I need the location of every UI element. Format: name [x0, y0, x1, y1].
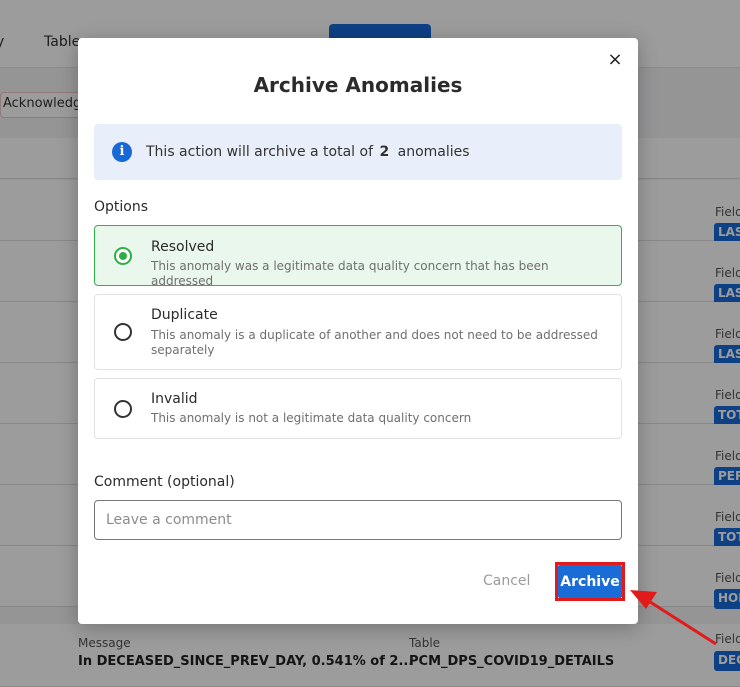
info-text-before: This action will archive a total of [146, 144, 373, 160]
close-icon[interactable]: × [605, 50, 625, 70]
option-description: This anomaly was a legitimate data quali… [151, 259, 549, 288]
option-resolved[interactable]: Resolved This anomaly was a legitimate d… [94, 225, 622, 288]
option-title: Resolved [151, 239, 215, 255]
radio-selected-icon[interactable] [114, 247, 132, 265]
archive-button[interactable]: Archive [558, 565, 622, 598]
archive-anomalies-dialog: × Archive Anomalies i This action will a… [78, 38, 638, 624]
info-message: This action will archive a total of 2 an… [146, 144, 470, 160]
option-description: This anomaly is not a legitimate data qu… [151, 411, 472, 425]
anomaly-count: 2 [379, 144, 390, 160]
option-invalid[interactable]: Invalid This anomaly is not a legitimate… [94, 378, 622, 439]
option-description: This anomaly is a duplicate of another a… [151, 328, 598, 357]
radio-unselected-icon[interactable] [114, 400, 132, 418]
option-title: Duplicate [151, 307, 218, 323]
info-banner: i This action will archive a total of 2 … [94, 124, 622, 180]
option-title: Invalid [151, 391, 198, 407]
comment-input[interactable] [94, 500, 622, 540]
comment-label: Comment (optional) [94, 474, 235, 490]
info-icon: i [112, 142, 132, 162]
option-duplicate[interactable]: Duplicate This anomaly is a duplicate of… [94, 294, 622, 370]
info-text-after: anomalies [397, 144, 470, 160]
cancel-button[interactable]: Cancel [483, 573, 530, 589]
dialog-title: Archive Anomalies [253, 73, 463, 97]
options-label: Options [94, 199, 149, 215]
radio-unselected-icon[interactable] [114, 323, 132, 341]
